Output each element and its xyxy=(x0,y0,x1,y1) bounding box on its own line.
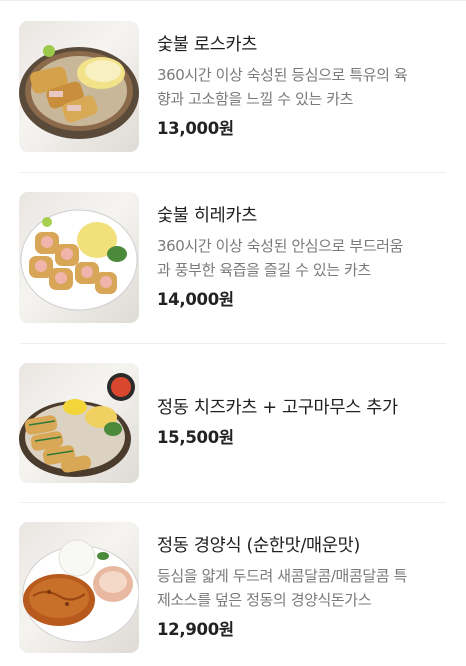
cheesekatsu-photo xyxy=(19,373,135,477)
menu-item-image-gyeongyangsik[interactable] xyxy=(19,522,139,653)
menu-item-image-cheesekatsu[interactable] xyxy=(19,363,139,483)
item-divider xyxy=(20,343,446,344)
menu-item-hirekatsu[interactable]: 숯불 히레카츠 360시간 이상 숙성된 안심으로 부드러움 과 풍부한 육즙을… xyxy=(157,204,452,312)
menu-item-name: 숯불 로스카츠 xyxy=(157,35,258,55)
roskatsu-photo xyxy=(19,45,139,139)
menu-item-description: 등심을 얇게 두드려 새콤달콤/매콤달콤 특 제소스를 덮은 정동의 경양식돈가… xyxy=(157,567,407,609)
menu-item-gyeongyangsik[interactable]: 정동 경양식 (순한맛/매운맛) 등심을 얇게 두드려 새콤달콤/매콤달콤 특 … xyxy=(157,534,452,642)
hirekatsu-photo xyxy=(20,209,138,311)
gyeongyangsik-photo xyxy=(22,539,139,643)
menu-item-price: 12,900원 xyxy=(157,620,234,639)
menu-item-image-roskatsu[interactable] xyxy=(19,21,139,152)
menu-item-description: 360시간 이상 숙성된 안심으로 부드러움 과 풍부한 육즙을 즐길 수 있는… xyxy=(157,237,403,279)
menu-item-price: 15,500원 xyxy=(157,428,234,447)
menu-item-name: 정동 경양식 (순한맛/매운맛) xyxy=(157,536,360,556)
item-divider xyxy=(20,172,446,173)
menu-item-image-hirekatsu[interactable] xyxy=(19,192,139,323)
menu-item-price: 13,000원 xyxy=(157,119,234,138)
menu-item-cheesekatsu[interactable]: 정동 치즈카츠 + 고구마무스 추가 15,500원 xyxy=(157,396,452,450)
menu-item-price: 14,000원 xyxy=(157,290,234,309)
menu-list: 숯불 로스카츠 360시간 이상 숙성된 등심으로 특유의 육 향과 고소함을 … xyxy=(0,0,466,666)
menu-item-description: 360시간 이상 숙성된 등심으로 특유의 육 향과 고소함을 느낄 수 있는 … xyxy=(157,66,408,108)
item-divider xyxy=(20,502,446,503)
top-divider xyxy=(0,0,466,1)
menu-item-roskatsu[interactable]: 숯불 로스카츠 360시간 이상 숙성된 등심으로 특유의 육 향과 고소함을 … xyxy=(157,33,452,141)
menu-item-name: 숯불 히레카츠 xyxy=(157,206,258,226)
menu-item-name: 정동 치즈카츠 + 고구마무스 추가 xyxy=(157,398,398,418)
